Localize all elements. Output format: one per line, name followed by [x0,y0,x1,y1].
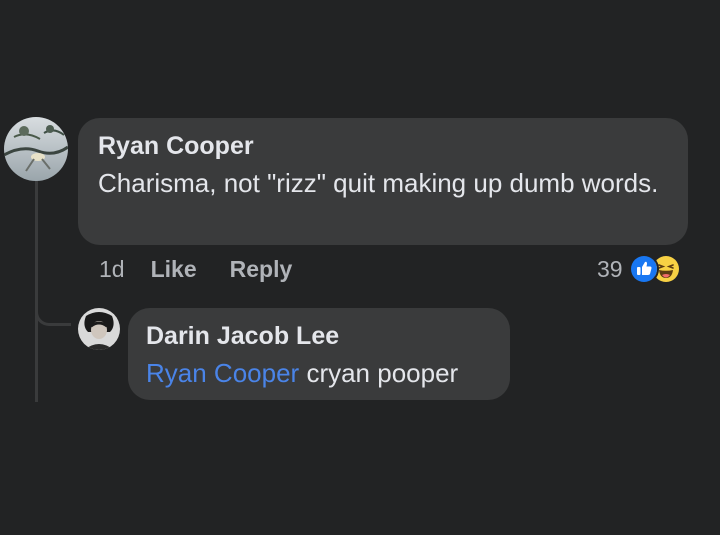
like-icon [628,254,659,284]
reaction-summary[interactable]: 39 [597,254,681,284]
mention-link[interactable]: Ryan Cooper [146,358,299,388]
thread-connector [35,300,71,326]
comment-actions: 1d Like Reply [99,256,325,283]
comment-timestamp[interactable]: 1d [99,256,125,283]
avatar[interactable] [78,308,120,350]
reply-author-name[interactable]: Darin Jacob Lee [146,320,492,352]
like-button[interactable]: Like [151,256,197,283]
reply-bubble: Darin Jacob Lee Ryan Cooper cryan pooper [128,308,510,400]
comment-text: Charisma, not "rizz" quit making up dumb… [98,168,659,198]
reply-button[interactable]: Reply [230,256,293,283]
comment-author-name[interactable]: Ryan Cooper [98,130,668,162]
avatar[interactable] [4,117,68,181]
comment-thread: Ryan Cooper Charisma, not "rizz" quit ma… [0,0,720,535]
reply-body: cryan pooper [306,358,459,388]
thread-line [35,180,38,402]
reaction-count: 39 [597,255,623,282]
comment-bubble: Ryan Cooper Charisma, not "rizz" quit ma… [78,118,688,245]
reply-text: Ryan Cooper cryan pooper [146,356,492,391]
